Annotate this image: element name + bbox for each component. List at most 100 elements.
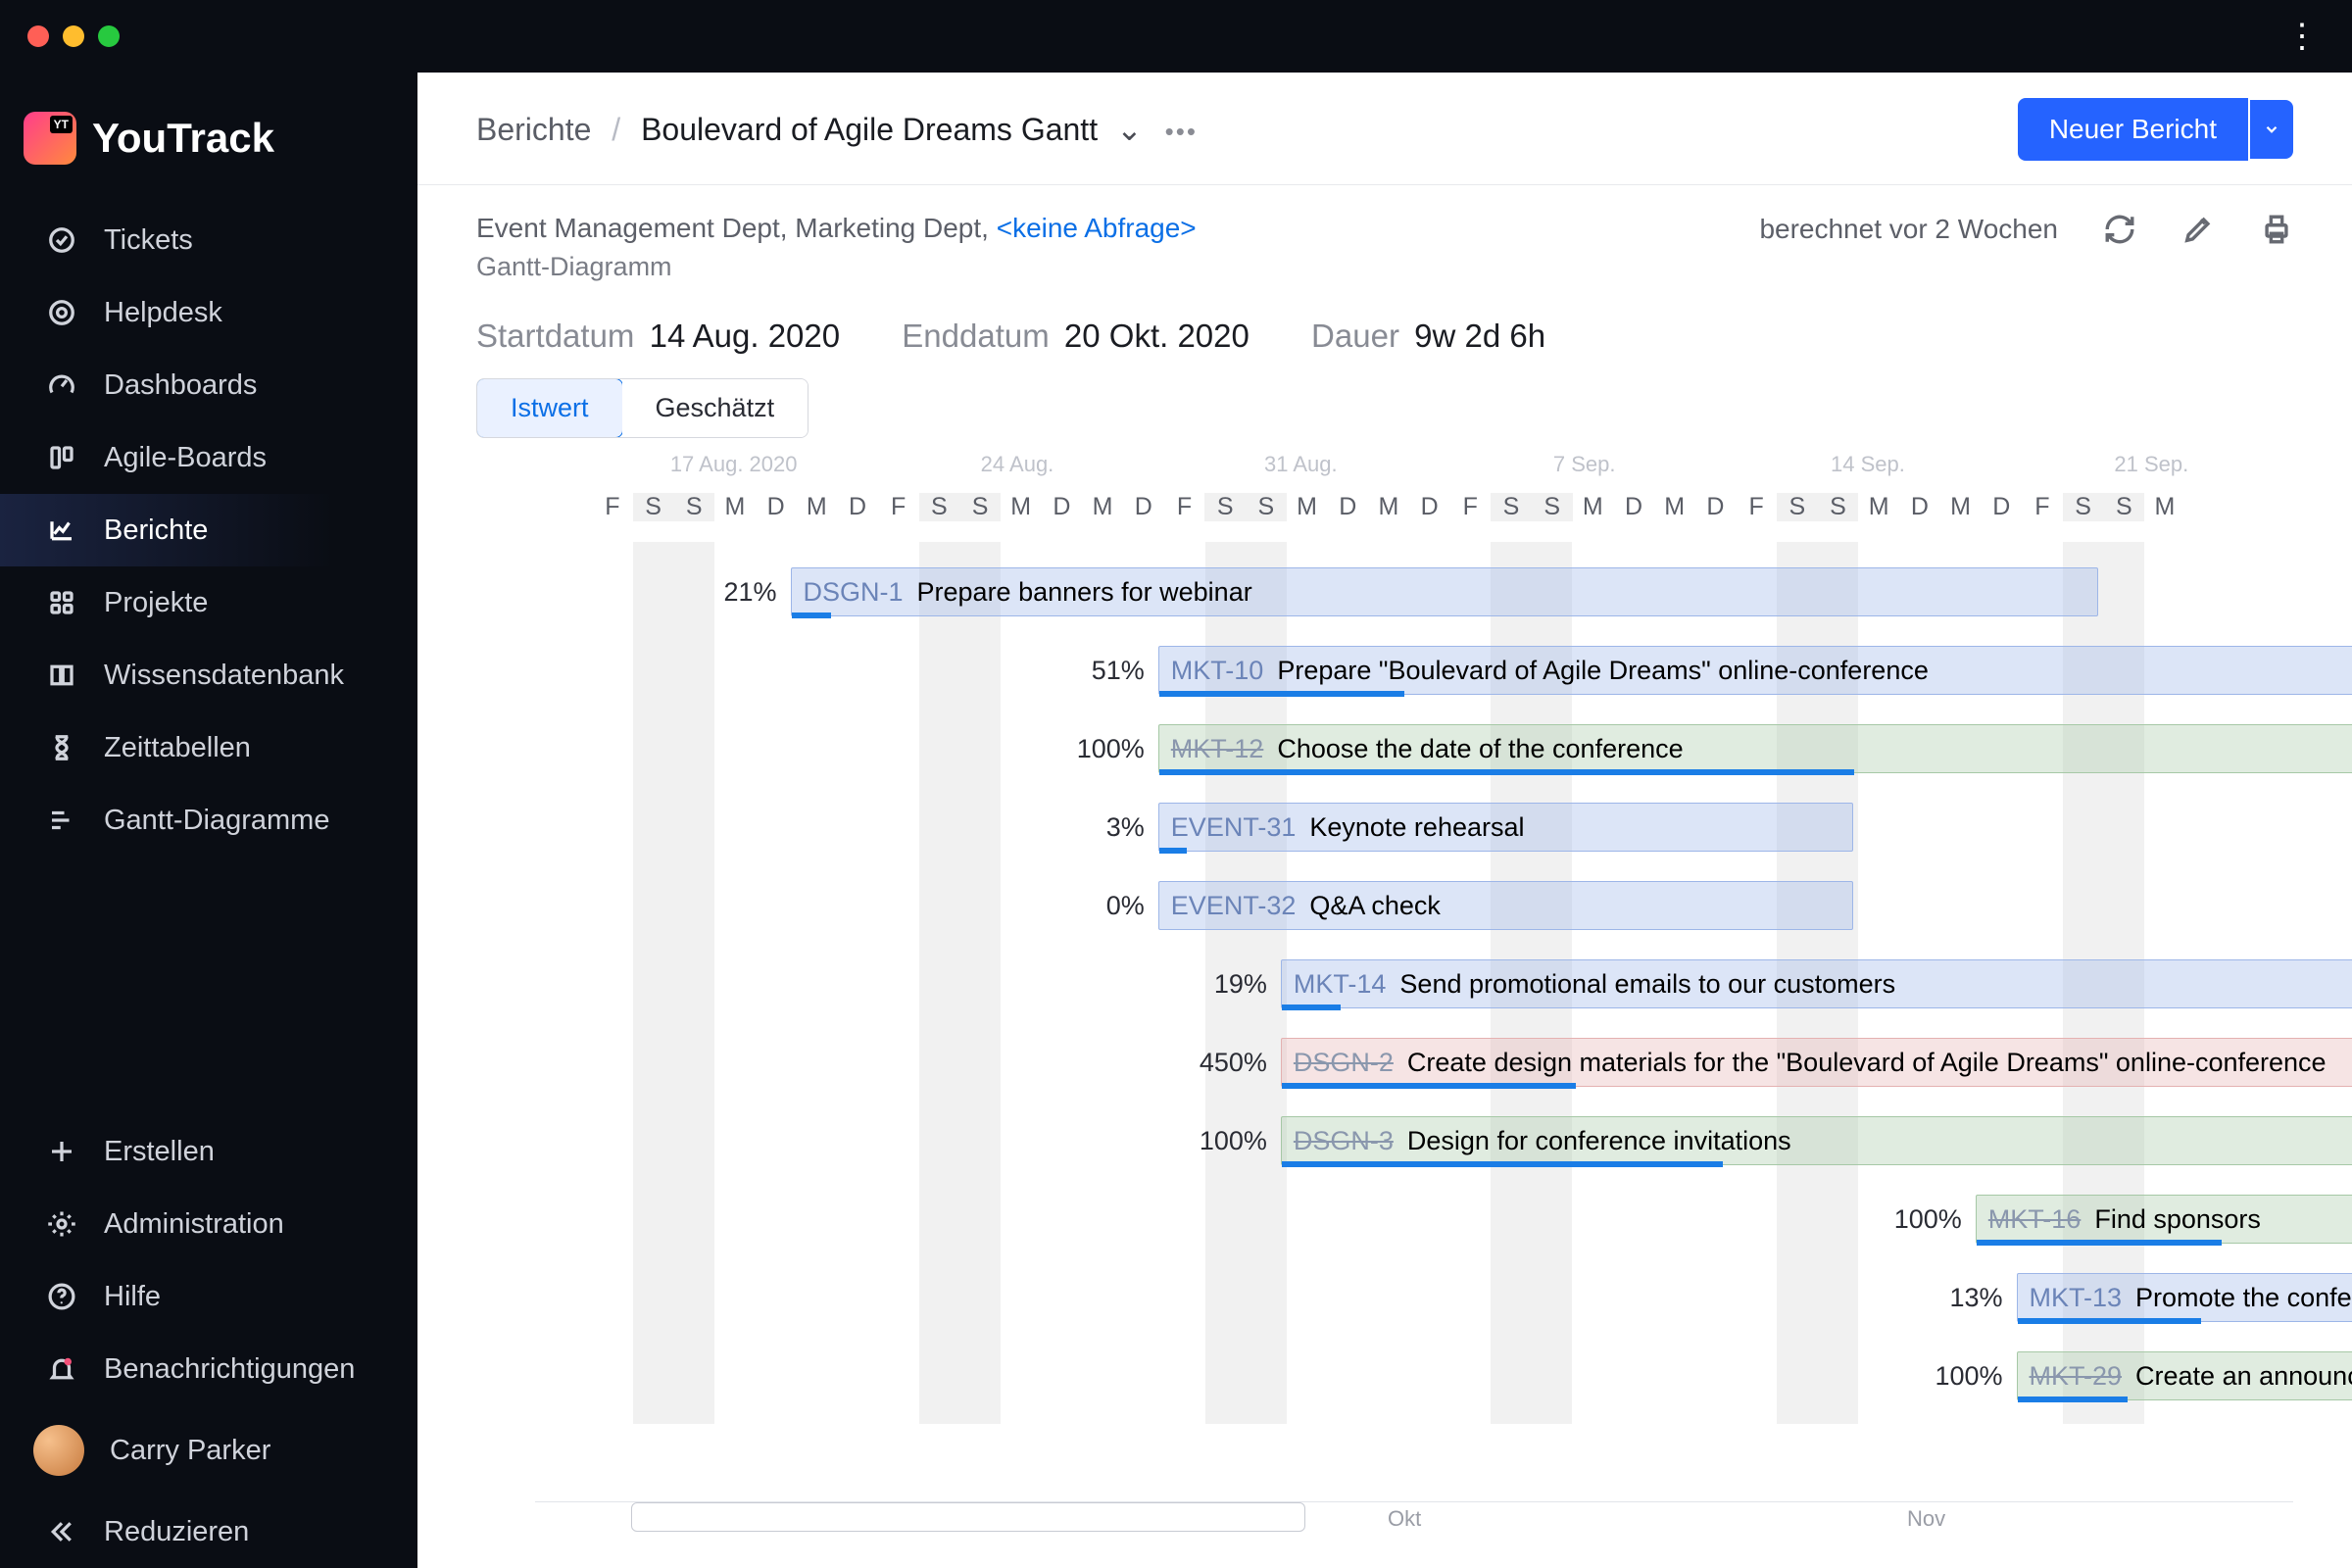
day-header: S: [959, 493, 1001, 521]
day-header: F: [878, 493, 919, 521]
task-title: Send promotional emails to our customers: [1399, 969, 1895, 1000]
day-header: S: [1777, 493, 1818, 521]
window-kebab-menu[interactable]: ⋮: [2285, 17, 2323, 56]
task-id: EVENT-32: [1171, 891, 1297, 921]
sidebar-item-wissensdatenbank[interactable]: Wissensdatenbank: [0, 639, 417, 711]
edit-icon[interactable]: [2181, 213, 2215, 246]
gauge-icon: [45, 368, 78, 402]
task-percent: 21%: [679, 577, 777, 608]
chart-line-icon: [45, 514, 78, 547]
day-header: F: [1736, 493, 1777, 521]
sidebar-notifications[interactable]: Benachrichtigungen: [0, 1333, 417, 1405]
task-id: MKT-29: [2030, 1361, 2123, 1392]
task-percent: 100%: [1864, 1204, 1962, 1235]
sidebar-item-label: Projekte: [104, 587, 208, 619]
gantt-task-EVENT-31[interactable]: 3%EVENT-31Keynote rehearsal: [1047, 797, 1853, 858]
timeline-scrubber[interactable]: Sep 2020OktNov: [535, 1501, 2293, 1539]
gantt-task-DSGN-1[interactable]: 21%DSGN-1Prepare banners for webinar: [679, 562, 2098, 622]
sidebar-item-projekte[interactable]: Projekte: [0, 566, 417, 639]
window-minimize-button[interactable]: [63, 25, 84, 47]
sidebar-item-berichte[interactable]: Berichte: [0, 494, 417, 566]
week-label: 14 Sep.: [1726, 452, 2009, 477]
day-header: D: [1042, 493, 1083, 521]
sidebar-item-tickets[interactable]: Tickets: [0, 204, 417, 276]
day-header: S: [919, 493, 960, 521]
window-maximize-button[interactable]: [98, 25, 120, 47]
toggle-actual[interactable]: Istwert: [476, 378, 623, 438]
scrubber-handle[interactable]: [631, 1502, 1305, 1532]
gantt-task-EVENT-32[interactable]: 0%EVENT-32Q&A check: [1047, 875, 1853, 936]
board-icon: [45, 441, 78, 474]
new-report-button[interactable]: Neuer Bericht: [2018, 98, 2248, 161]
sidebar-item-label: Zeittabellen: [104, 732, 251, 764]
sidebar-help[interactable]: Hilfe: [0, 1260, 417, 1333]
sidebar-item-agile-boards[interactable]: Agile-Boards: [0, 421, 417, 494]
task-percent: 100%: [1905, 1361, 2003, 1392]
sidebar: YouTrack Tickets HelpdeskDashboardsAgile-…: [0, 73, 417, 1568]
grid-icon: [45, 586, 78, 619]
chart-type-label: Gantt-Diagramm: [476, 252, 2293, 282]
sidebar-item-helpdesk[interactable]: Helpdesk: [0, 276, 417, 349]
sidebar-item-zeittabellen[interactable]: Zeittabellen: [0, 711, 417, 784]
more-icon[interactable]: •••: [1165, 117, 1198, 146]
day-header: S: [633, 493, 674, 521]
gantt-task-DSGN-3[interactable]: 100%DSGN-3Design for conference invitati…: [1169, 1110, 2352, 1171]
gantt-task-MKT-14[interactable]: 19%MKT-14Send promotional emails to our …: [1169, 954, 2352, 1014]
task-id: DSGN-1: [804, 577, 904, 608]
week-label: 17 Aug. 2020: [592, 452, 875, 477]
query-link[interactable]: <keine Abfrage>: [997, 213, 1197, 243]
day-header: M: [1001, 493, 1042, 521]
weekend-shade: [919, 542, 1001, 1424]
day-header: D: [1613, 493, 1654, 521]
print-icon[interactable]: [2260, 213, 2293, 246]
sidebar-item-gantt-diagramme[interactable]: Gantt-Diagramme: [0, 784, 417, 857]
page-header: Berichte / Boulevard of Agile Dreams Gan…: [417, 73, 2352, 185]
task-progress-bar: [1159, 769, 1854, 775]
gantt-task-MKT-10[interactable]: 51%MKT-10Prepare "Boulevard of Agile Dre…: [1047, 640, 2352, 701]
breadcrumb: Berichte / Boulevard of Agile Dreams Gan…: [476, 111, 1198, 148]
report-meta: Event Management Dept, Marketing Dept, <…: [417, 185, 2352, 292]
book-icon: [45, 659, 78, 692]
gantt-task-MKT-13[interactable]: 13%MKT-13Promote the conference in so: [1905, 1267, 2352, 1328]
scrubber-month-label: Nov: [1907, 1506, 1945, 1532]
gantt-task-DSGN-2[interactable]: 450%DSGN-2Create design materials for th…: [1169, 1032, 2352, 1093]
task-progress-bar: [1282, 1161, 1723, 1167]
task-id: MKT-16: [1988, 1204, 2082, 1235]
logo-icon: [24, 112, 76, 165]
day-header: D: [1409, 493, 1450, 521]
new-report-split-button[interactable]: [2250, 100, 2293, 159]
task-title: Design for conference invitations: [1407, 1126, 1791, 1156]
window-close-button[interactable]: [27, 25, 49, 47]
breadcrumb-current[interactable]: Boulevard of Agile Dreams Gantt: [641, 112, 1098, 147]
task-title: Create design materials for the "Bouleva…: [1407, 1048, 2327, 1078]
task-progress-bar: [1159, 691, 1404, 697]
gantt-task-MKT-12[interactable]: 100%MKT-12Choose the date of the confere…: [1047, 718, 2352, 779]
bell-icon: [45, 1352, 78, 1386]
sidebar-create[interactable]: Erstellen: [0, 1115, 417, 1188]
task-percent: 19%: [1169, 969, 1267, 1000]
task-id: MKT-10: [1171, 656, 1264, 686]
task-title: Prepare "Boulevard of Agile Dreams" onli…: [1277, 656, 1929, 686]
sidebar-item-dashboards[interactable]: Dashboards: [0, 349, 417, 421]
week-label: 24 Aug.: [875, 452, 1158, 477]
main-area: Berichte / Boulevard of Agile Dreams Gan…: [417, 73, 2352, 1568]
sidebar-help-label: Hilfe: [104, 1281, 161, 1313]
day-header: M: [1287, 493, 1328, 521]
toggle-estimated[interactable]: Geschätzt: [622, 379, 808, 437]
app-logo[interactable]: YouTrack: [0, 98, 417, 204]
sidebar-collapse[interactable]: Reduzieren: [0, 1495, 417, 1568]
gantt-task-MKT-29[interactable]: 100%MKT-29Create an announcement abo: [1905, 1346, 2352, 1406]
day-header: D: [1327, 493, 1368, 521]
breadcrumb-root[interactable]: Berichte: [476, 112, 591, 147]
sidebar-admin-label: Administration: [104, 1208, 284, 1241]
day-header: D: [1123, 493, 1164, 521]
refresh-icon[interactable]: [2103, 213, 2136, 246]
gantt-icon: [45, 804, 78, 837]
sidebar-create-label: Erstellen: [104, 1136, 215, 1168]
sidebar-item-label: Tickets: [104, 224, 193, 257]
gantt-task-MKT-16[interactable]: 100%MKT-16Find sponsors: [1864, 1189, 2352, 1250]
sidebar-user[interactable]: Carry Parker: [0, 1405, 417, 1495]
day-header: M: [2144, 493, 2185, 521]
sidebar-administration[interactable]: Administration: [0, 1188, 417, 1260]
chevron-down-icon[interactable]: ⌄: [1116, 112, 1143, 147]
